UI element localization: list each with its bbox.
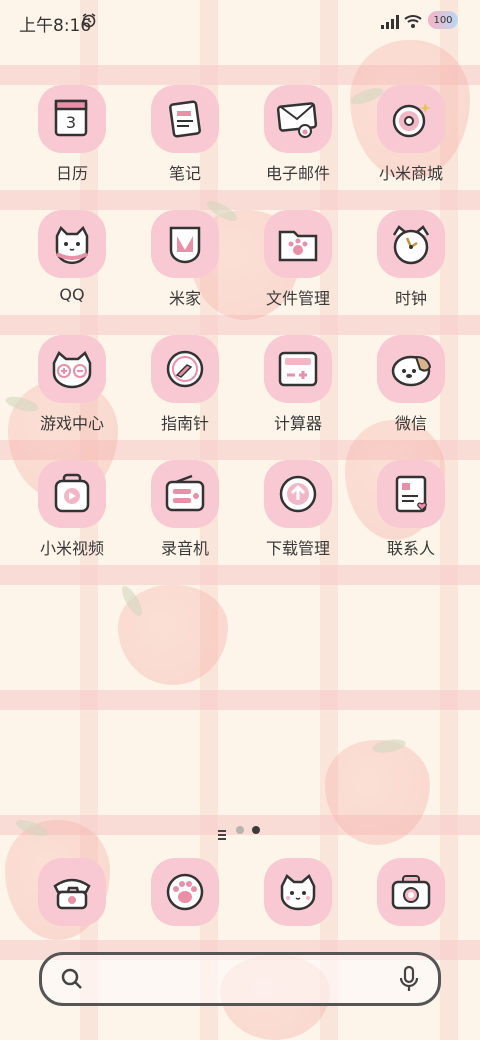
bg-strawberry-6: [325, 740, 430, 845]
notes-icon: [151, 85, 219, 153]
wechat-dog-icon: [377, 335, 445, 403]
status-bar: 上午8:16 100: [0, 0, 480, 40]
app-label: QQ: [59, 285, 85, 304]
calendar-icon: 3: [38, 85, 106, 153]
battery-indicator: 100: [428, 11, 458, 29]
app-mi-store[interactable]: 小米商城: [363, 85, 459, 205]
app-label: 指南针: [160, 414, 209, 433]
mic-icon[interactable]: [398, 965, 420, 997]
app-qq[interactable]: QQ: [24, 210, 120, 330]
donut-icon: [377, 85, 445, 153]
app-game-center[interactable]: 游戏中心: [24, 335, 120, 455]
app-recorder[interactable]: 录音机: [137, 460, 233, 580]
app-compass[interactable]: 指南针: [137, 335, 233, 455]
app-contacts[interactable]: 联系人: [363, 460, 459, 580]
calendar-day: 3: [66, 113, 76, 132]
app-notes[interactable]: 笔记: [137, 85, 233, 205]
dock-phone[interactable]: [24, 858, 120, 928]
game-cat-icon: [38, 335, 106, 403]
wifi-icon: [404, 13, 422, 32]
calculator-icon: [264, 335, 332, 403]
clock-icon: [377, 210, 445, 278]
app-label: 笔记: [168, 164, 201, 183]
compass-icon: [151, 335, 219, 403]
app-label: 游戏中心: [39, 414, 104, 433]
app-label: 电子邮件: [265, 164, 330, 183]
app-label: 小米视频: [39, 539, 104, 558]
app-clock[interactable]: 时钟: [363, 210, 459, 330]
page-dot-2-active[interactable]: [252, 826, 260, 834]
app-label: 文件管理: [265, 289, 330, 308]
page-dot-1[interactable]: [236, 826, 244, 834]
app-label: 录音机: [160, 539, 209, 558]
app-label: 日历: [55, 164, 88, 183]
app-mijia[interactable]: 米家: [137, 210, 233, 330]
video-icon: [38, 460, 106, 528]
email-icon: [264, 85, 332, 153]
page-list-icon: [218, 825, 226, 844]
paw-icon: [151, 858, 219, 926]
app-files[interactable]: 文件管理: [250, 210, 346, 330]
qq-cat-icon: [38, 210, 106, 278]
app-label: 小米商城: [378, 164, 443, 183]
app-email[interactable]: 电子邮件: [250, 85, 346, 205]
phone-icon: [38, 858, 106, 926]
page-indicator[interactable]: [218, 824, 264, 840]
signal-icon: [381, 14, 399, 33]
app-label: 米家: [168, 289, 201, 308]
app-label: 微信: [394, 414, 427, 433]
folder-icon: [264, 210, 332, 278]
search-bar[interactable]: [39, 952, 441, 1006]
camera-icon: [377, 858, 445, 926]
app-wechat[interactable]: 微信: [363, 335, 459, 455]
app-downloads[interactable]: 下载管理: [250, 460, 346, 580]
app-label: 计算器: [273, 414, 322, 433]
dock-paw[interactable]: [137, 858, 233, 928]
app-calculator[interactable]: 计算器: [250, 335, 346, 455]
cat-face-icon: [264, 858, 332, 926]
dock-cat[interactable]: [250, 858, 346, 928]
search-icon[interactable]: [60, 967, 84, 995]
mijia-icon: [151, 210, 219, 278]
app-mi-video[interactable]: 小米视频: [24, 460, 120, 580]
app-label: 时钟: [394, 289, 427, 308]
download-icon: [264, 460, 332, 528]
contacts-icon: [377, 460, 445, 528]
app-label: 下载管理: [265, 539, 330, 558]
app-label: 联系人: [386, 539, 435, 558]
recorder-icon: [151, 460, 219, 528]
app-calendar[interactable]: 3 日历: [24, 85, 120, 205]
dock-camera[interactable]: [363, 858, 459, 928]
alarm-icon: [81, 12, 97, 32]
